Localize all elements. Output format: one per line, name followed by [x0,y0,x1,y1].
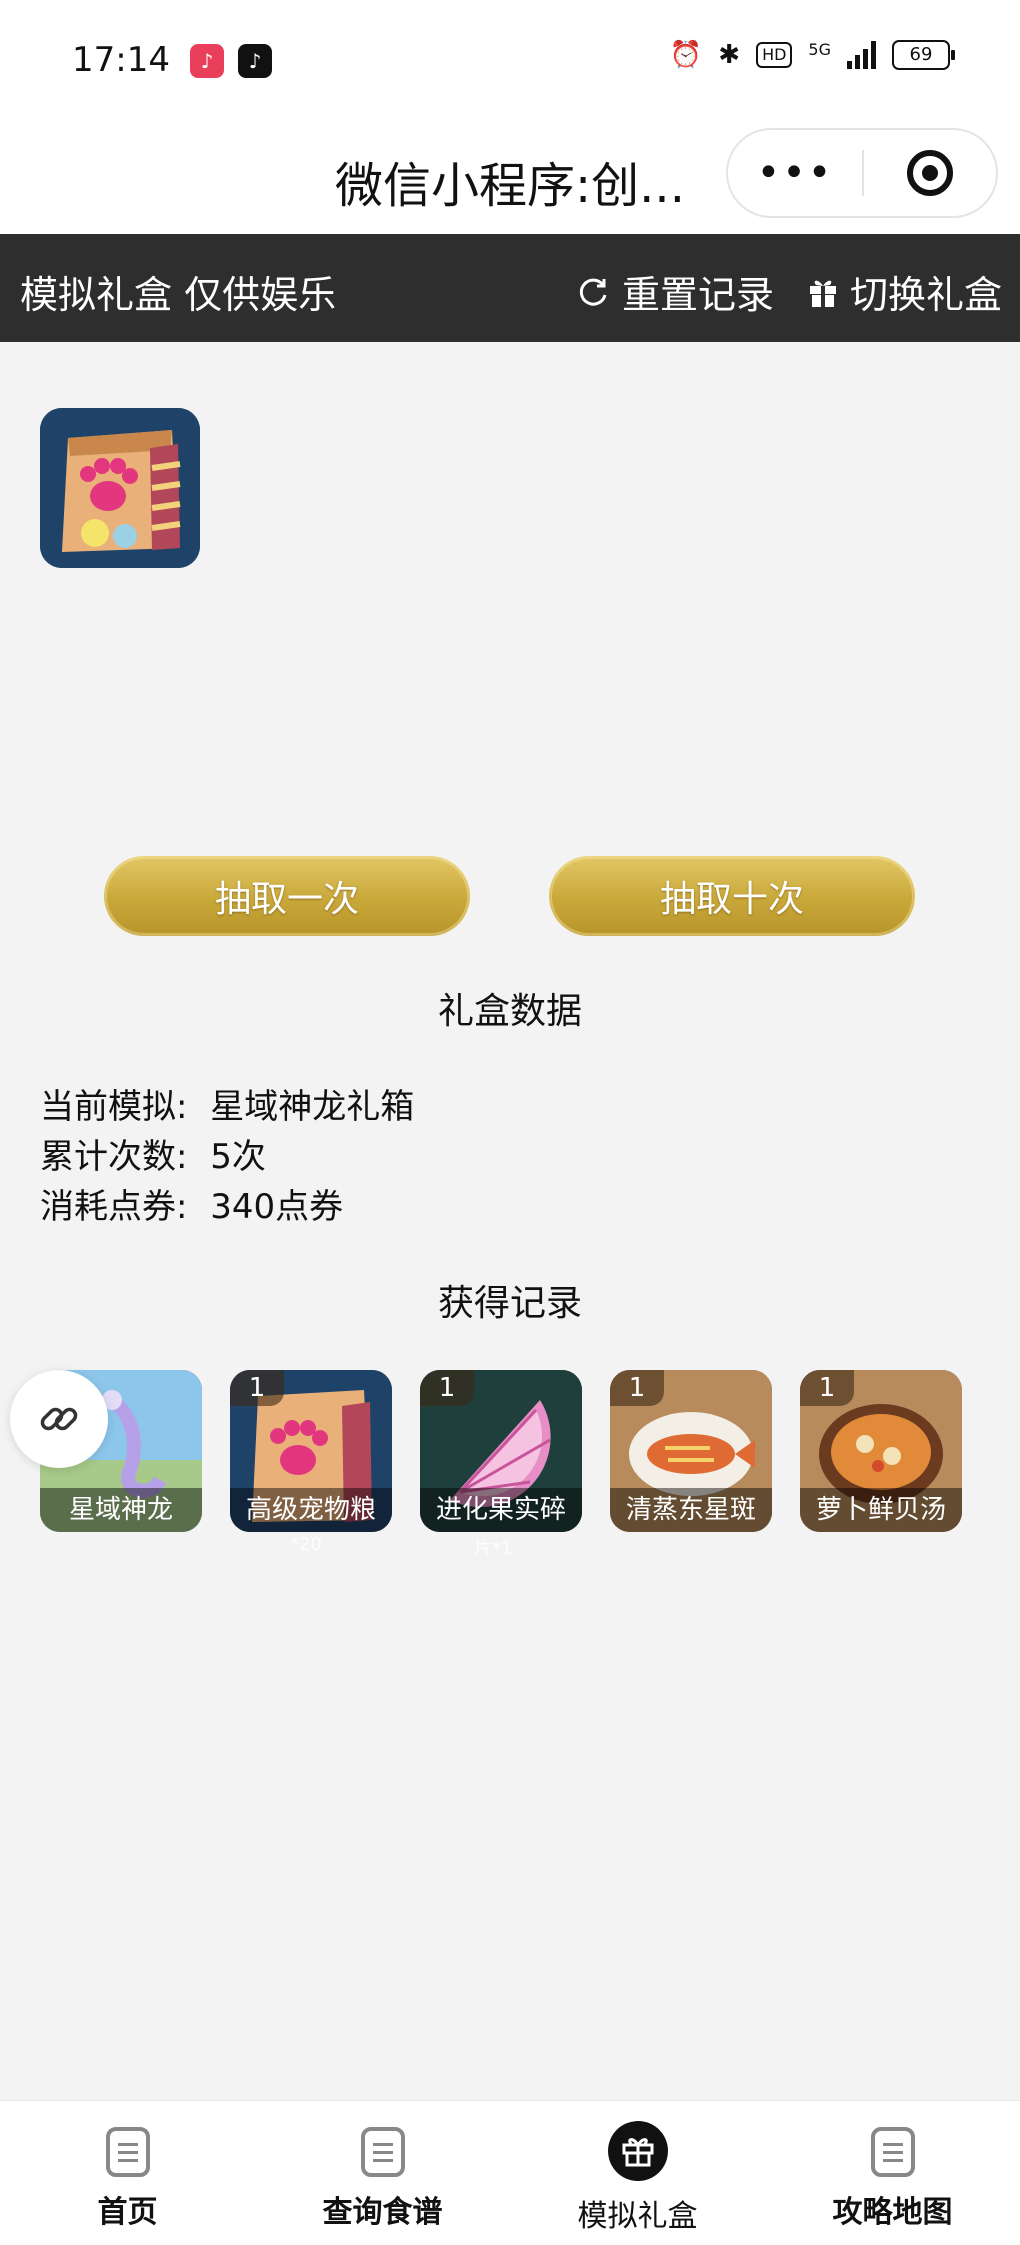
tiktok-app-icon: ♪ [238,44,272,78]
tab-label: 模拟礼盒 [577,2199,698,2234]
target-close-icon [907,150,953,196]
tab-guide-map[interactable]: 攻略地图 [765,2101,1020,2245]
record-name: 星域神龙 [40,1488,202,1532]
reset-records-label: 重置记录 [622,273,775,317]
record-count: 1 [420,1370,474,1406]
status-time: 17:14 [72,40,170,80]
hd-badge: HD [756,42,793,68]
toolbar-title: 模拟礼盒 仅供娱乐 [20,273,337,317]
box-data-title: 礼盒数据 [437,991,582,1032]
record-note: 片*1 [474,1538,513,1559]
battery-icon: 69 [892,40,955,70]
mini-program-nav-bar: 微信小程序:创... ••• [0,120,1020,234]
alarm-icon: ⏰ [669,40,703,70]
stat-count-value: 5次 [210,1137,266,1177]
stat-cost-row: 消耗点券: 340点券 [40,1182,414,1232]
records-title: 获得记录 [437,1283,582,1324]
document-icon [105,2127,150,2177]
tab-label: 攻略地图 [832,2195,953,2230]
record-name: 萝卜鲜贝汤 [800,1488,962,1532]
record-count: 1 [800,1370,854,1406]
switch-box-label: 切换礼盒 [850,273,1003,317]
gift-box-image [40,408,200,568]
draw-once-button[interactable]: 抽取一次 [104,856,470,936]
capsule-menu: ••• [726,128,998,218]
status-indicators: ⏰ ✱ HD 5G 69 [669,40,955,70]
records-list: 星域神龙 1 高级宠物粮 1 进化果实碎 1 清蒸东星斑 1 萝卜鲜贝汤 [40,1370,962,1532]
stat-current-row: 当前模拟: 星域神龙礼箱 [40,1082,414,1132]
gift-icon [607,2121,668,2181]
signal-icon [847,41,876,69]
status-bar: 17:14 ♪ ♪ ⏰ ✱ HD 5G 69 [0,0,1020,120]
stat-cost-label: 消耗点券: [40,1187,188,1227]
box-stats: 当前模拟: 星域神龙礼箱 累计次数: 5次 消耗点券: 340点券 [40,1082,414,1232]
record-count: 1 [230,1370,284,1406]
record-item[interactable]: 1 高级宠物粮 [230,1370,392,1532]
document-icon [360,2127,405,2177]
tab-home[interactable]: 首页 [0,2101,255,2245]
stat-current-label: 当前模拟: [40,1087,188,1127]
page-title: 微信小程序:创... [335,158,685,214]
tab-label: 首页 [97,2195,158,2230]
stat-current-value: 星域神龙礼箱 [210,1087,415,1127]
draw-ten-button[interactable]: 抽取十次 [549,856,915,936]
tab-gift-box[interactable]: 模拟礼盒 [510,2101,765,2245]
network-label: 5G [808,40,831,59]
refresh-icon [579,278,607,306]
record-name: 清蒸东星斑 [610,1488,772,1532]
share-link-button[interactable] [10,1370,108,1468]
reset-records-button[interactable]: 重置记录 [576,264,774,319]
document-icon [870,2127,915,2177]
toolbar: 模拟礼盒 仅供娱乐 重置记录 切换礼盒 [0,234,1020,342]
record-item[interactable]: 1 清蒸东星斑 [610,1370,772,1532]
stat-count-label: 累计次数: [40,1137,188,1177]
tab-recipes[interactable]: 查询食谱 [255,2101,510,2245]
bluetooth-icon: ✱ [718,40,741,70]
record-name: 进化果实碎 [420,1488,582,1532]
close-mini-program-button[interactable] [864,130,996,216]
link-icon [40,1407,78,1431]
switch-box-button[interactable]: 切换礼盒 [808,264,1002,319]
record-item[interactable]: 1 进化果实碎 [420,1370,582,1532]
music-app-icon: ♪ [190,44,224,78]
more-dots-icon[interactable]: ••• [728,130,862,216]
record-name: 高级宠物粮 [230,1488,392,1532]
stat-cost-value: 340点券 [210,1187,344,1227]
record-note: *20 [290,1534,322,1555]
pet-food-bag-icon [40,408,200,568]
tab-label: 查询食谱 [322,2195,443,2230]
gift-icon [810,280,836,307]
record-count: 1 [610,1370,664,1406]
bottom-tab-bar: 首页 查询食谱 模拟礼盒 攻略地图 [0,2100,1020,2245]
record-item[interactable]: 1 萝卜鲜贝汤 [800,1370,962,1532]
stat-count-row: 累计次数: 5次 [40,1132,414,1182]
